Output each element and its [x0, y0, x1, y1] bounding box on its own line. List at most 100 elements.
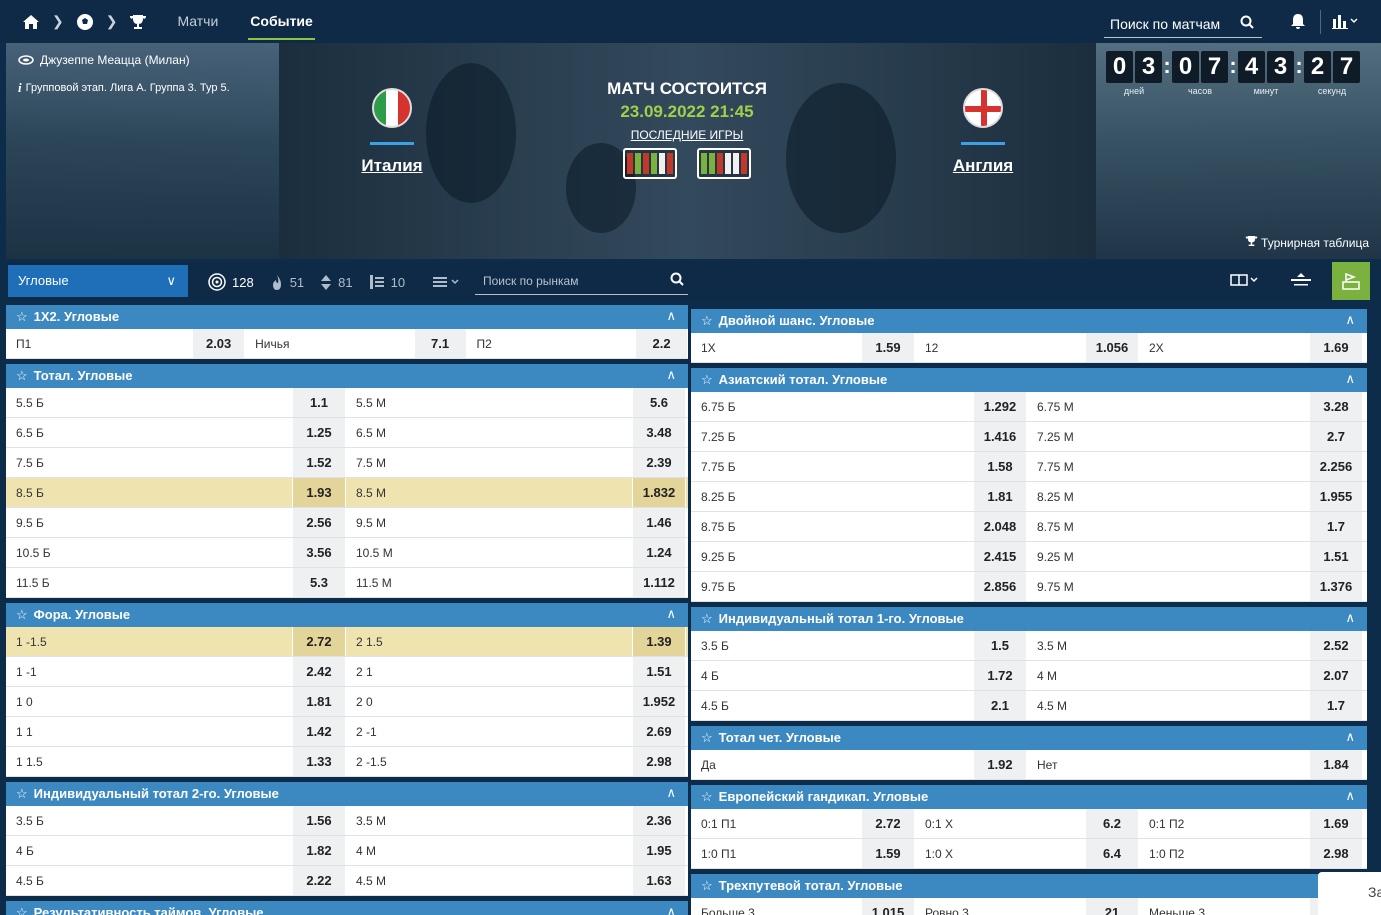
odds-button[interactable]: 2.72	[861, 809, 915, 838]
odds-button[interactable]: 1.93	[292, 478, 346, 507]
chevron-up-icon[interactable]: ∧	[666, 785, 676, 801]
columns-layout-icon[interactable]	[1220, 273, 1270, 290]
filter-totals[interactable]: 81	[320, 274, 353, 291]
star-icon[interactable]: ☆	[701, 611, 713, 626]
odds-button[interactable]: 1.52	[292, 448, 346, 477]
odds-button[interactable]: 1.952	[632, 687, 686, 716]
odds-button[interactable]: 3.56	[292, 538, 346, 567]
filter-popular[interactable]: 51	[270, 274, 304, 291]
chevron-up-icon[interactable]: ∧	[666, 367, 676, 383]
odds-button[interactable]: 1.42	[292, 717, 346, 746]
chevron-up-icon[interactable]: ∧	[666, 308, 676, 324]
chevron-up-icon[interactable]: ∧	[1345, 788, 1355, 804]
odds-button[interactable]: 1.51	[1309, 542, 1363, 571]
star-icon[interactable]: ☆	[701, 372, 713, 387]
odds-button[interactable]: 1.69	[1309, 333, 1363, 362]
odds-button[interactable]: 1.56	[292, 806, 346, 835]
odds-button[interactable]: 1.33	[292, 747, 346, 776]
star-icon[interactable]: ☆	[16, 786, 28, 801]
market-group-select[interactable]: Угловые ∨	[8, 265, 188, 297]
odds-button[interactable]: 1.84	[1309, 750, 1363, 779]
odds-button[interactable]: 1.81	[973, 482, 1027, 511]
odds-button[interactable]: 1.92	[973, 750, 1027, 779]
chevron-up-icon[interactable]: ∧	[1345, 729, 1355, 745]
odds-button[interactable]: 2.39	[632, 448, 686, 477]
odds-button[interactable]: 1.46	[632, 508, 686, 537]
odds-button[interactable]: 1.59	[861, 839, 915, 868]
odds-button[interactable]: 6.4	[1085, 839, 1139, 868]
filter-all[interactable]: 128	[208, 273, 254, 291]
odds-button[interactable]: 2.22	[292, 866, 346, 895]
star-icon[interactable]: ☆	[701, 878, 713, 893]
odds-button[interactable]: 2.07	[1309, 661, 1363, 690]
market-header[interactable]: ☆ Фора. Угловые ∧	[6, 603, 688, 627]
trophy-icon[interactable]	[129, 14, 147, 30]
odds-button[interactable]: 2.03	[192, 329, 246, 358]
odds-button[interactable]: 1.015	[861, 898, 915, 915]
soccer-ball-icon[interactable]	[76, 13, 94, 31]
more-filters[interactable]	[433, 275, 463, 289]
star-icon[interactable]: ☆	[701, 313, 713, 328]
odds-button[interactable]: 1.056	[1085, 333, 1139, 362]
odds-button[interactable]: 2.42	[292, 657, 346, 686]
odds-button[interactable]: 1.24	[632, 538, 686, 567]
odds-button[interactable]: 7.1	[413, 329, 467, 358]
star-icon[interactable]: ☆	[16, 309, 28, 324]
market-header[interactable]: ☆ Тотал чет. Угловые ∧	[691, 726, 1367, 750]
odds-button[interactable]: 2.2	[635, 329, 688, 358]
odds-button[interactable]: 1.832	[632, 478, 686, 507]
match-search-input[interactable]: Поиск по матчам	[1104, 10, 1262, 38]
star-icon[interactable]: ☆	[701, 789, 713, 804]
star-icon[interactable]: ☆	[16, 368, 28, 383]
odds-button[interactable]: 5.6	[632, 388, 686, 417]
odds-button[interactable]: 6.2	[1085, 809, 1139, 838]
chevron-up-icon[interactable]: ∧	[1345, 610, 1355, 626]
odds-button[interactable]: 2.1	[973, 691, 1027, 720]
odds-button[interactable]: 2.7	[1309, 422, 1363, 451]
odds-button[interactable]: 3.28	[1309, 392, 1363, 421]
market-header[interactable]: ☆Трехпутевой тотал. Угловые∧	[691, 874, 1367, 898]
odds-button[interactable]: 1.63	[632, 866, 686, 895]
stats-icon[interactable]	[1332, 13, 1358, 32]
tab-matches[interactable]: Матчи	[177, 0, 218, 43]
bell-icon[interactable]	[1290, 13, 1306, 35]
market-header[interactable]: ☆ 1Х2. Угловые ∧	[6, 305, 688, 329]
odds-button[interactable]: 1.7	[1309, 512, 1363, 541]
star-icon[interactable]: ☆	[16, 607, 28, 622]
team-home-name[interactable]: Италия	[332, 156, 452, 176]
team-away-form-button[interactable]	[697, 148, 751, 179]
chevron-up-icon[interactable]: ∧	[1345, 371, 1355, 387]
odds-button[interactable]: 1.81	[292, 687, 346, 716]
odds-button[interactable]: 5.3	[292, 568, 346, 597]
odds-button[interactable]: 1.59	[861, 333, 915, 362]
team-away-name[interactable]: Англия	[923, 156, 1043, 176]
odds-button[interactable]: 2.56	[292, 508, 346, 537]
market-header[interactable]: ☆ Индивидуальный тотал 2-го. Угловые ∧	[6, 782, 688, 806]
star-icon[interactable]: ☆	[16, 905, 28, 915]
odds-button[interactable]: 1.58	[973, 452, 1027, 481]
odds-button[interactable]: 2.98	[1309, 839, 1363, 868]
odds-button[interactable]: 2.256	[1309, 452, 1363, 481]
odds-button[interactable]: 2.415	[973, 542, 1027, 571]
market-header[interactable]: ☆ Тотал. Угловые ∧	[6, 364, 688, 388]
market-header[interactable]: ☆ Европейский гандикап. Угловые ∧	[691, 785, 1367, 809]
field-view-icon[interactable]	[1332, 262, 1370, 300]
odds-button[interactable]: 1.25	[292, 418, 346, 447]
odds-button[interactable]: 2.72	[292, 627, 346, 656]
odds-button[interactable]: 1.416	[973, 422, 1027, 451]
team-home-form-button[interactable]	[623, 148, 677, 179]
odds-button[interactable]: 1.292	[973, 392, 1027, 421]
market-header[interactable]: ☆ Результативность таймов. Угловые ∧	[6, 901, 688, 915]
filter-stats[interactable]: 10	[369, 274, 405, 290]
odds-button[interactable]: 1.955	[1309, 482, 1363, 511]
odds-button[interactable]: 3.48	[632, 418, 686, 447]
odds-button[interactable]: 1.82	[292, 836, 346, 865]
odds-button[interactable]: 1.69	[1309, 809, 1363, 838]
odds-button[interactable]: 2.048	[973, 512, 1027, 541]
standings-link[interactable]: Турнирная таблица	[1245, 235, 1369, 250]
star-icon[interactable]: ☆	[701, 730, 713, 745]
odds-button[interactable]: 1.39	[632, 627, 686, 656]
market-header[interactable]: ☆ Индивидуальный тотал 1-го. Угловые ∧	[691, 607, 1367, 631]
odds-button[interactable]: 1.5	[973, 631, 1027, 660]
odds-button[interactable]: 1.376	[1309, 572, 1363, 601]
